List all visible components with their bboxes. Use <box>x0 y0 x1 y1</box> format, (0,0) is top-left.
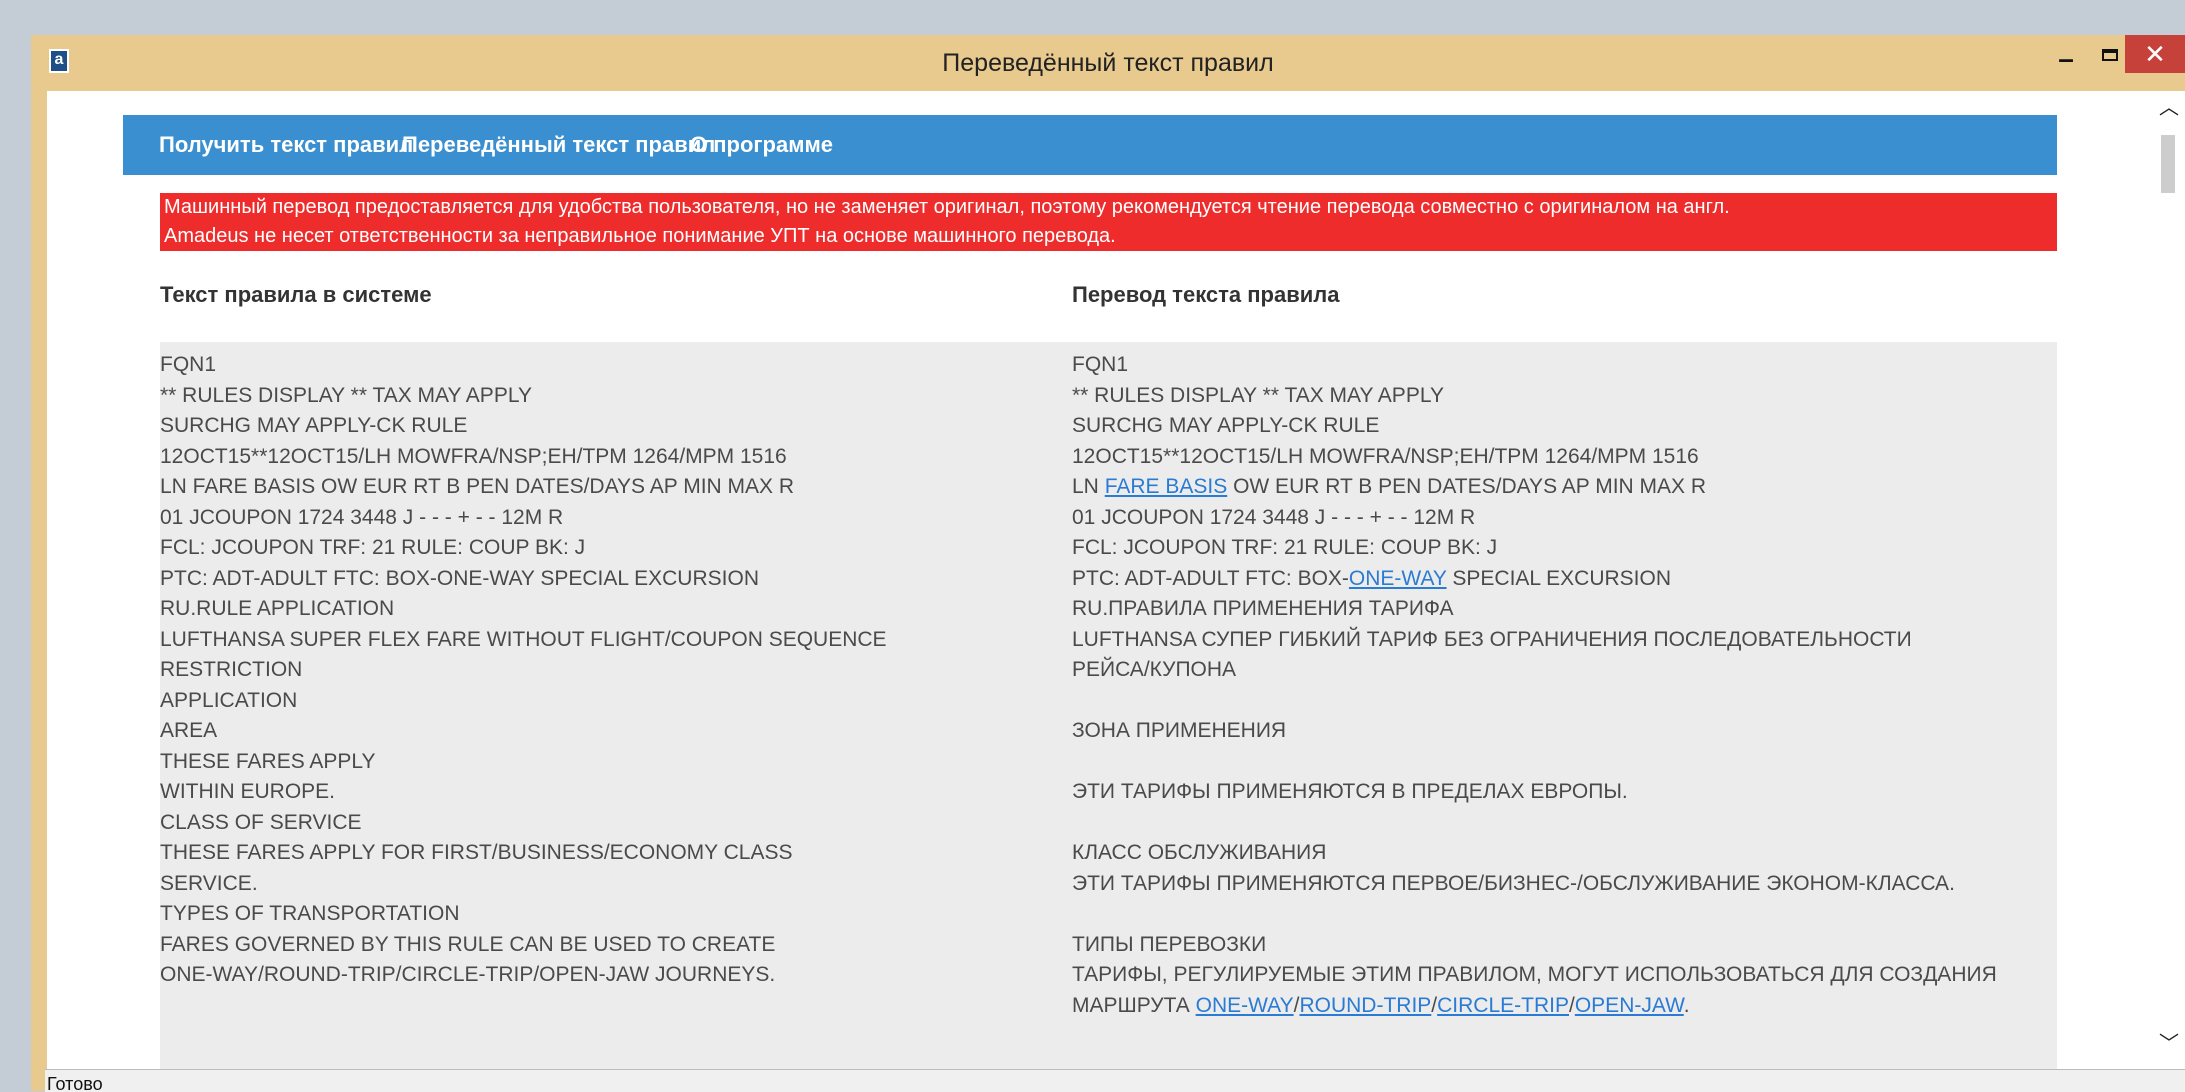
original-rules-text: FQN1 ** RULES DISPLAY ** TAX MAY APPLY SUR… <box>160 350 887 991</box>
translated-rule-line: PTC: ADT-ADULT FTC: BOX-ONE-WAY SPECIAL … <box>1072 564 1997 595</box>
translated-text: LUFTHANSA СУПЕР ГИБКИЙ ТАРИФ БЕЗ ОГРАНИЧ… <box>1072 627 1912 651</box>
translated-text: ТАРИФЫ, РЕГУЛИРУЕМЫЕ ЭТИМ ПРАВИЛОМ, МОГУ… <box>1072 963 1997 986</box>
translated-text: OW EUR RT B PEN DATES/DAYS AP MIN MAX R <box>1227 475 1707 498</box>
translated-rule-line: ТАРИФЫ, РЕГУЛИРУЕМЫЕ ЭТИМ ПРАВИЛОМ, МОГУ… <box>1072 960 1997 991</box>
translated-rule-line: FQN1 <box>1072 350 1997 381</box>
translated-rule-line: ** RULES DISPLAY ** TAX MAY APPLY <box>1072 381 1997 412</box>
original-rule-line: ** RULES DISPLAY ** TAX MAY APPLY <box>160 383 532 407</box>
warning-line-1: Машинный перевод предоставляется для удо… <box>164 196 1730 218</box>
glossary-link[interactable]: OPEN-JAW <box>1575 994 1684 1017</box>
translated-text: LN <box>1072 475 1105 498</box>
minimize-button[interactable]: – <box>2046 39 2086 79</box>
translated-text: SURCHG MAY APPLY-CK RULE <box>1072 414 1380 437</box>
original-rule-line: THESE FARES APPLY <box>160 749 376 773</box>
translated-rule-line <box>1072 686 1997 717</box>
translated-rule-line: РЕЙСА/КУПОНА <box>1072 655 1997 686</box>
translated-text: PTC: ADT-ADULT FTC: BOX- <box>1072 566 1349 590</box>
original-rule-line: APPLICATION <box>160 688 298 712</box>
original-rule-line: LN FARE BASIS OW EUR RT B PEN DATES/DAYS… <box>160 475 795 498</box>
translated-rule-line: КЛАСС ОБСЛУЖИВАНИЯ <box>1072 838 1997 869</box>
nav-get-rules[interactable]: Получить текст правил <box>159 115 413 175</box>
warning-line-2: Amadeus не несет ответственности за непр… <box>164 225 1116 247</box>
original-rule-line: AREA <box>160 719 218 742</box>
nav-translated-rules[interactable]: Переведённый текст правил <box>402 115 715 175</box>
translated-text: SPECIAL EXCURSION <box>1446 566 1671 590</box>
scroll-up-icon[interactable]: ︿ <box>2159 98 2179 118</box>
translated-text: . <box>1683 993 1690 1017</box>
translation-warning: Машинный перевод предоставляется для удо… <box>160 193 2057 251</box>
translated-rule-line: МАРШРУТА ONE-WAY/ROUND-TRIP/CIRCLE-TRIP/… <box>1072 991 1997 1022</box>
scroll-thumb[interactable] <box>2161 135 2175 193</box>
translated-text: RU.ПРАВИЛА ПРИМЕНЕНИЯ ТАРИФА <box>1072 597 1454 620</box>
translated-text: ЗОНА ПРИМЕНЕНИЯ <box>1072 719 1287 742</box>
translation-column-header: Перевод текста правила <box>1072 282 1340 307</box>
translated-rule-line: LUFTHANSA СУПЕР ГИБКИЙ ТАРИФ БЕЗ ОГРАНИЧ… <box>1072 625 1997 656</box>
translated-rule-line: ТИПЫ ПЕРЕВОЗКИ <box>1072 930 1997 961</box>
original-column-header: Текст правила в системе <box>160 282 432 307</box>
original-rule-line: FCL: JCOUPON TRF: 21 RULE: COUP BK: J <box>160 536 586 559</box>
translated-rule-line: 12OCT15**12OCT15/LH MOWFRA/NSP;EH/TPM 12… <box>1072 442 1997 473</box>
translated-text: 12OCT15**12OCT15/LH MOWFRA/NSP;EH/TPM 12… <box>1072 444 1699 468</box>
translated-rule-line: ЭТИ ТАРИФЫ ПРИМЕНЯЮТСЯ ПЕРВОЕ/БИЗНЕС-/ОБ… <box>1072 869 1997 900</box>
glossary-link[interactable]: CIRCLE-TRIP <box>1437 994 1569 1017</box>
scroll-down-icon[interactable]: ﹀ <box>2159 1034 2179 1054</box>
original-rule-line: 12OCT15**12OCT15/LH MOWFRA/NSP;EH/TPM 12… <box>160 444 787 468</box>
translated-text: КЛАСС ОБСЛУЖИВАНИЯ <box>1072 841 1327 864</box>
original-rule-line: FQN1 <box>160 353 217 376</box>
translated-rule-line: ЭТИ ТАРИФЫ ПРИМЕНЯЮТСЯ В ПРЕДЕЛАХ ЕВРОПЫ… <box>1072 777 1997 808</box>
title-bar[interactable]: a Переведённый текст правил – ✕ <box>31 35 2185 91</box>
translated-rule-line: FCL: JCOUPON TRF: 21 RULE: COUP BK: J <box>1072 533 1997 564</box>
original-rule-line: THESE FARES APPLY FOR FIRST/BUSINESS/ECO… <box>160 841 793 864</box>
original-rule-line: FARES GOVERNED BY THIS RULE CAN BE USED … <box>160 932 776 956</box>
original-rule-line: SURCHG MAY APPLY-CK RULE <box>160 414 468 437</box>
close-button[interactable]: ✕ <box>2125 35 2185 73</box>
window-title: Переведённый текст правил <box>942 49 1274 77</box>
translated-rule-line: ЗОНА ПРИМЕНЕНИЯ <box>1072 716 1997 747</box>
glossary-link[interactable]: ONE-WAY <box>1196 994 1294 1017</box>
original-rule-line: LUFTHANSA SUPER FLEX FARE WITHOUT FLIGHT… <box>160 627 887 651</box>
translated-rule-line: RU.ПРАВИЛА ПРИМЕНЕНИЯ ТАРИФА <box>1072 594 1997 625</box>
translated-text: РЕЙСА/КУПОНА <box>1072 658 1237 681</box>
original-rule-line: CLASS OF SERVICE <box>160 810 362 834</box>
translated-text: FQN1 <box>1072 353 1129 376</box>
translated-text: ЭТИ ТАРИФЫ ПРИМЕНЯЮТСЯ ПЕРВОЕ/БИЗНЕС-/ОБ… <box>1072 871 1955 895</box>
content-area: Получить текст правил Переведённый текст… <box>47 91 2185 1069</box>
original-rule-line: RU.RULE APPLICATION <box>160 597 395 620</box>
translated-rule-line: SURCHG MAY APPLY-CK RULE <box>1072 411 1997 442</box>
translated-text: ТИПЫ ПЕРЕВОЗКИ <box>1072 932 1267 956</box>
translated-rule-line <box>1072 808 1997 839</box>
original-rule-line: SERVICE. <box>160 871 258 895</box>
vertical-scrollbar[interactable]: ︿ ﹀ <box>2151 91 2185 1069</box>
original-rule-line: PTC: ADT-ADULT FTC: BOX-ONE-WAY SPECIAL … <box>160 566 759 590</box>
original-rule-line: 01 JCOUPON 1724 3448 J - - - + - - 12M R <box>160 505 564 529</box>
nav-bar: Получить текст правил Переведённый текст… <box>123 115 2057 175</box>
original-rule-line: RESTRICTION <box>160 658 303 681</box>
status-text: Готово <box>47 1074 103 1092</box>
translated-text: ** RULES DISPLAY ** TAX MAY APPLY <box>1072 383 1444 407</box>
glossary-link[interactable]: FARE BASIS <box>1105 475 1228 498</box>
app-window: a Переведённый текст правил – ✕ Получить… <box>31 35 2185 1092</box>
rules-panel: FQN1 ** RULES DISPLAY ** TAX MAY APPLY SUR… <box>160 342 2057 1069</box>
translated-text: 01 JCOUPON 1724 3448 J - - - + - - 12M R <box>1072 505 1476 529</box>
translated-text: ЭТИ ТАРИФЫ ПРИМЕНЯЮТСЯ В ПРЕДЕЛАХ ЕВРОПЫ… <box>1072 780 1628 803</box>
translated-rules-text: FQN1 ** RULES DISPLAY ** TAX MAY APPLY SUR… <box>1072 350 1997 1021</box>
nav-about[interactable]: О программе <box>690 115 833 175</box>
translated-text: МАРШРУТА <box>1072 993 1196 1017</box>
glossary-link[interactable]: ROUND-TRIP <box>1299 994 1431 1017</box>
glossary-link[interactable]: ONE-WAY <box>1349 567 1447 590</box>
maximize-button[interactable] <box>2093 41 2127 75</box>
translated-rule-line: 01 JCOUPON 1724 3448 J - - - + - - 12M R <box>1072 503 1997 534</box>
translated-rule-line: LN FARE BASIS OW EUR RT B PEN DATES/DAYS… <box>1072 472 1997 503</box>
translated-text: FCL: JCOUPON TRF: 21 RULE: COUP BK: J <box>1072 536 1498 559</box>
status-bar: Готово <box>45 1069 2185 1092</box>
translated-rule-line <box>1072 899 1997 930</box>
original-rule-line: TYPES OF TRANSPORTATION <box>160 902 460 925</box>
original-rule-line: ONE-WAY/ROUND-TRIP/CIRCLE-TRIP/OPEN-JAW … <box>160 963 776 986</box>
original-rule-line: WITHIN EUROPE. <box>160 780 336 803</box>
translated-rule-line <box>1072 747 1997 778</box>
maximize-icon <box>2102 49 2118 61</box>
